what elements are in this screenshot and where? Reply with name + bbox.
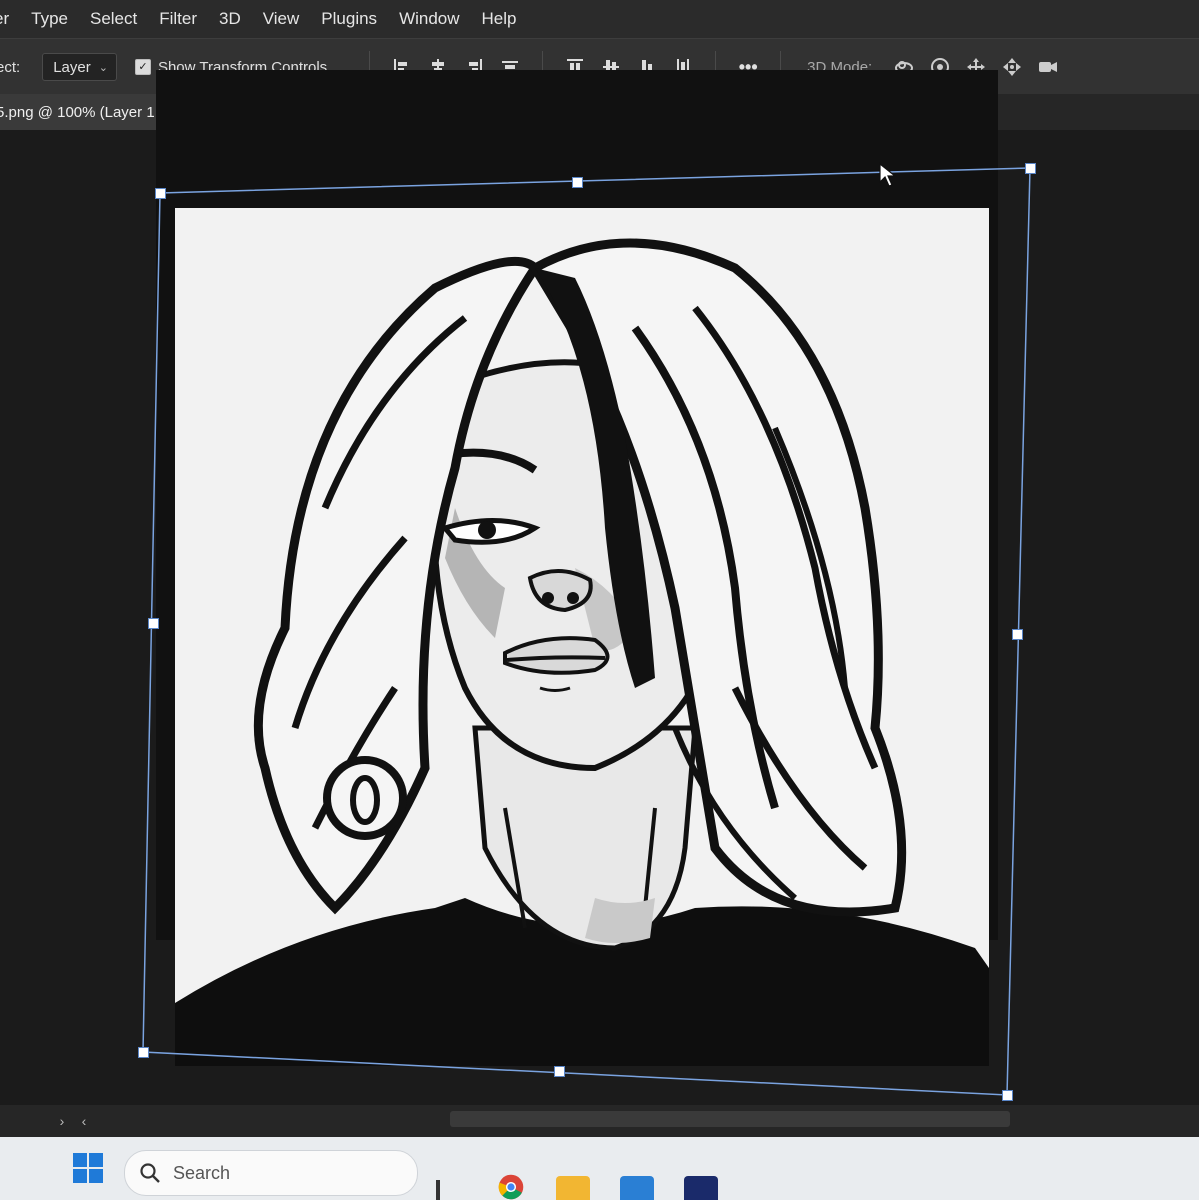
scroll-left-icon[interactable]: ‹	[74, 1113, 94, 1129]
search-icon	[140, 1163, 160, 1183]
app-icon[interactable]	[684, 1176, 718, 1200]
auto-select-value: Layer	[53, 58, 91, 76]
menu-3d[interactable]: 3D	[208, 9, 252, 29]
menu-view[interactable]: View	[252, 9, 311, 29]
store-icon[interactable]	[620, 1176, 654, 1200]
search-placeholder: Search	[173, 1162, 231, 1183]
menu-window[interactable]: Window	[388, 9, 470, 29]
menu-type[interactable]: Type	[20, 9, 79, 29]
scale-3d-camera-icon[interactable]	[1033, 52, 1063, 82]
status-bar: › ‹	[0, 1105, 1199, 1137]
chrome-icon[interactable]	[493, 1174, 529, 1200]
menu-plugins[interactable]: Plugins	[310, 9, 388, 29]
horizontal-scrollbar[interactable]	[450, 1111, 1010, 1127]
menu-layer[interactable]: er	[0, 9, 20, 29]
portrait-illustration[interactable]	[175, 208, 989, 1066]
menu-filter[interactable]: Filter	[148, 9, 208, 29]
transform-handle-middle-right[interactable]	[1012, 629, 1023, 640]
slide-3d-icon[interactable]	[997, 52, 1027, 82]
checkbox-checked-icon[interactable]: ✓	[134, 59, 151, 75]
menu-help[interactable]: Help	[471, 9, 528, 29]
menu-bar: er Type Select Filter 3D View Plugins Wi…	[0, 0, 1199, 38]
transform-handle-top-right[interactable]	[1025, 163, 1036, 174]
taskbar-search[interactable]: Search	[124, 1150, 418, 1196]
transform-handle-bottom-left[interactable]	[138, 1047, 149, 1058]
transform-handle-top-left[interactable]	[155, 188, 166, 199]
chevron-down-icon: ⌄	[98, 61, 108, 74]
transform-handle-bottom-middle[interactable]	[554, 1066, 565, 1077]
transform-handle-middle-left[interactable]	[148, 618, 159, 629]
windows-start-icon[interactable]	[72, 1152, 104, 1184]
mouse-cursor-icon	[879, 162, 897, 187]
auto-select-dropdown[interactable]: Layer ⌄	[42, 53, 117, 81]
menu-select[interactable]: Select	[79, 9, 148, 29]
transform-handle-top-middle[interactable]	[572, 177, 583, 188]
scroll-right-icon[interactable]: ›	[52, 1113, 72, 1129]
transform-handle-bottom-right[interactable]	[1002, 1090, 1013, 1101]
auto-select-label: ect:	[0, 58, 21, 76]
taskbar-divider	[436, 1180, 440, 1200]
file-explorer-icon[interactable]	[556, 1176, 590, 1200]
